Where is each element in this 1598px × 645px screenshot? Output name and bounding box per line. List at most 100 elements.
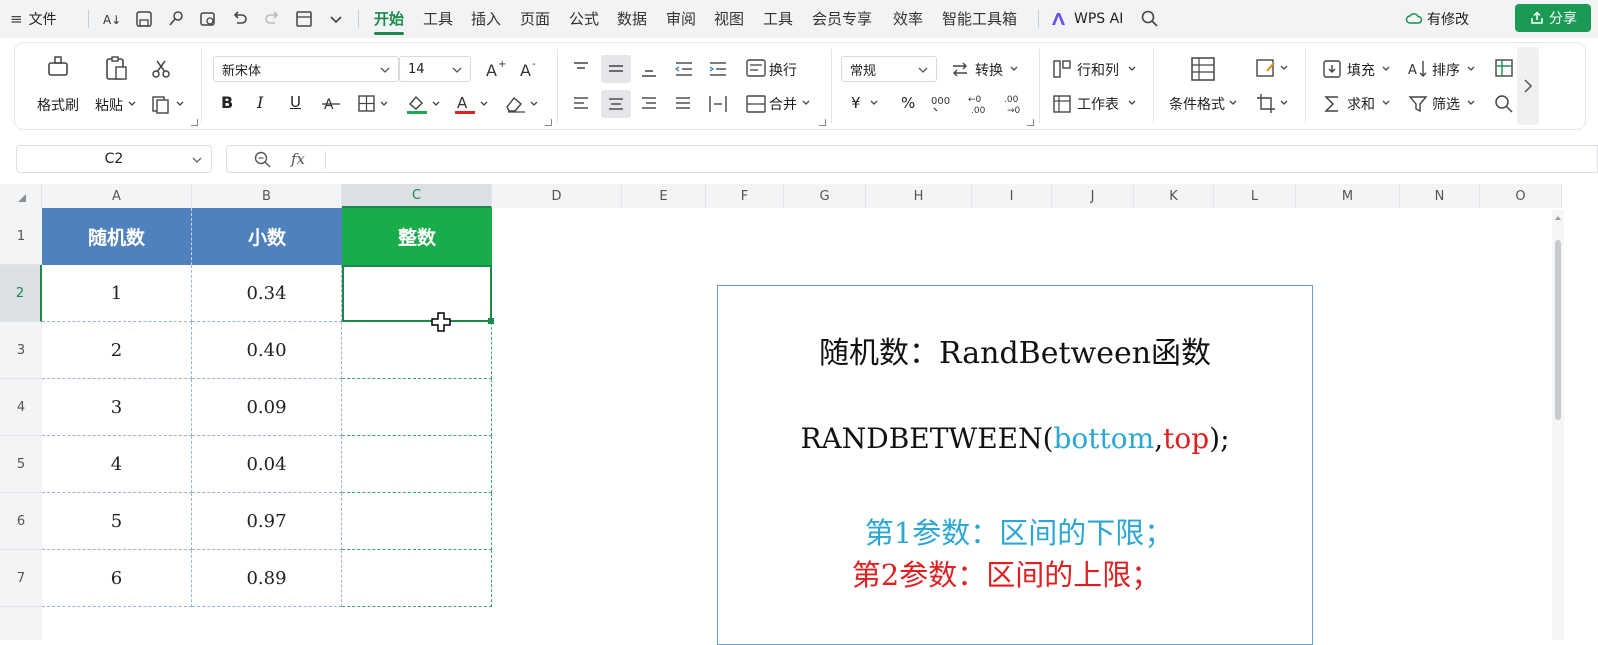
format-painter-label[interactable]: 格式刷 [37, 95, 79, 115]
tab-smart-toolbox[interactable]: 智能工具箱 [942, 8, 1017, 29]
column-header-o[interactable]: O [1480, 184, 1562, 208]
row-header-3[interactable]: 3 [0, 322, 42, 379]
conditional-format-icon[interactable] [1189, 55, 1217, 83]
tab-tools[interactable]: 工具 [423, 8, 453, 29]
chevron-down-icon[interactable] [1381, 98, 1391, 108]
fill-icon[interactable] [1321, 58, 1343, 80]
paste-label[interactable]: 粘贴 [95, 95, 123, 115]
cell-c7[interactable] [342, 550, 492, 607]
tab-data[interactable]: 数据 [617, 8, 647, 29]
clipboard-launcher-icon[interactable] [191, 119, 198, 126]
convert-label[interactable]: 转换 [975, 60, 1003, 80]
row-header-2[interactable]: 2 [0, 265, 42, 322]
sort-icon[interactable]: A↓ [102, 9, 122, 29]
cell-style-icon[interactable] [1255, 57, 1291, 81]
column-header-k[interactable]: K [1134, 184, 1214, 208]
insert-function-button[interactable]: fx [291, 150, 305, 168]
undo-icon[interactable] [230, 9, 250, 29]
row-header-8[interactable] [0, 607, 42, 640]
format-painter-icon[interactable] [45, 55, 71, 83]
justify-icon[interactable] [673, 94, 693, 114]
cell-a3[interactable]: 2 [42, 322, 192, 379]
row-header-6[interactable]: 6 [0, 493, 42, 550]
font-size-select[interactable]: 14 [399, 56, 471, 82]
select-all-corner[interactable] [0, 184, 42, 208]
number-format-select[interactable]: 常规 [841, 56, 937, 82]
column-header-i[interactable]: I [972, 184, 1052, 208]
cell-c4[interactable] [342, 379, 492, 436]
tab-review[interactable]: 审阅 [666, 8, 696, 29]
cell-b3[interactable]: 0.40 [192, 322, 342, 379]
tab-member[interactable]: 会员专享 [812, 8, 872, 29]
merge-label[interactable]: 合并 [769, 94, 797, 114]
name-box[interactable]: C2 [16, 145, 212, 173]
tab-formula[interactable]: 公式 [569, 8, 599, 29]
increase-indent-icon[interactable] [707, 59, 729, 79]
number-launcher-icon[interactable] [1027, 119, 1034, 126]
wrap-text-label[interactable]: 换行 [769, 60, 797, 80]
clear-format-icon[interactable] [503, 93, 543, 115]
column-header-l[interactable]: L [1214, 184, 1296, 208]
instruction-textbox[interactable]: 随机数：RandBetween函数 RANDBETWEEN(bottom,top… [717, 285, 1313, 645]
rows-cols-icon[interactable] [1051, 58, 1073, 80]
file-menu[interactable]: ≡ 文件 [10, 0, 57, 38]
row-header-7[interactable]: 7 [0, 550, 42, 607]
tab-page[interactable]: 页面 [520, 8, 550, 29]
chevron-down-icon[interactable] [1009, 64, 1019, 74]
paste-icon[interactable] [103, 55, 129, 83]
format-icon[interactable] [294, 9, 314, 29]
row-header-5[interactable]: 5 [0, 436, 42, 493]
cell-a6[interactable]: 5 [42, 493, 192, 550]
fill-color-icon[interactable] [405, 92, 445, 116]
align-top-icon[interactable] [571, 59, 591, 79]
ribbon-scroll-right[interactable] [1517, 47, 1539, 125]
cell-c3[interactable] [342, 322, 492, 379]
column-header-n[interactable]: N [1400, 184, 1480, 208]
merge-icon[interactable] [745, 93, 767, 115]
column-header-h[interactable]: H [866, 184, 972, 208]
column-header-b[interactable]: B [192, 184, 342, 208]
row-header-1[interactable]: 1 [0, 208, 42, 265]
tab-insert[interactable]: 插入 [471, 8, 501, 29]
cell-a7[interactable]: 6 [42, 550, 192, 607]
find-icon[interactable] [1493, 93, 1515, 115]
scrollbar-thumb[interactable] [1555, 240, 1561, 420]
tab-efficiency[interactable]: 效率 [893, 8, 923, 29]
rows-cols-label[interactable]: 行和列 [1077, 60, 1119, 80]
cell-c6[interactable] [342, 493, 492, 550]
percent-button[interactable]: % [901, 94, 915, 112]
print-preview-icon[interactable] [198, 9, 218, 29]
chevron-down-icon[interactable] [801, 98, 811, 108]
chevron-down-icon[interactable] [1228, 98, 1238, 108]
cell-b2[interactable]: 0.34 [192, 265, 342, 322]
chevron-down-icon[interactable] [1466, 64, 1476, 74]
worksheet-label[interactable]: 工作表 [1077, 94, 1119, 114]
conditional-format-label[interactable]: 条件格式 [1169, 94, 1225, 114]
decrease-font-icon[interactable]: A- [519, 58, 541, 80]
chevron-down-icon[interactable] [1466, 98, 1476, 108]
zoom-icon[interactable] [253, 150, 273, 170]
font-name-select[interactable]: 新宋体 [213, 56, 399, 82]
column-header-e[interactable]: E [622, 184, 706, 208]
cell-c2[interactable] [342, 265, 492, 322]
increase-decimal-icon[interactable]: ←0.00 [967, 92, 993, 116]
tab-home[interactable]: 开始 [374, 8, 405, 35]
sum-label[interactable]: 求和 [1347, 94, 1375, 114]
cell-a2[interactable]: 1 [42, 265, 192, 322]
cell-b7[interactable]: 0.89 [192, 550, 342, 607]
align-left-icon[interactable] [571, 94, 591, 114]
increase-font-icon[interactable]: A + [485, 58, 507, 80]
borders-icon[interactable] [357, 94, 393, 114]
worksheet-icon[interactable] [1051, 93, 1073, 115]
cell-a1[interactable]: 随机数 [42, 208, 192, 265]
freeze-panes-icon[interactable] [1493, 57, 1515, 79]
cell-b5[interactable]: 0.04 [192, 436, 342, 493]
share-button[interactable]: 分享 [1515, 4, 1591, 32]
fill-handle[interactable] [488, 318, 494, 324]
crop-icon[interactable] [1255, 92, 1291, 116]
italic-button[interactable]: I [257, 93, 263, 112]
chevron-down-icon[interactable] [1127, 98, 1137, 108]
tab-tools-2[interactable]: 工具 [763, 8, 793, 29]
distributed-align-icon[interactable] [707, 93, 729, 115]
align-middle-button[interactable] [601, 55, 631, 83]
